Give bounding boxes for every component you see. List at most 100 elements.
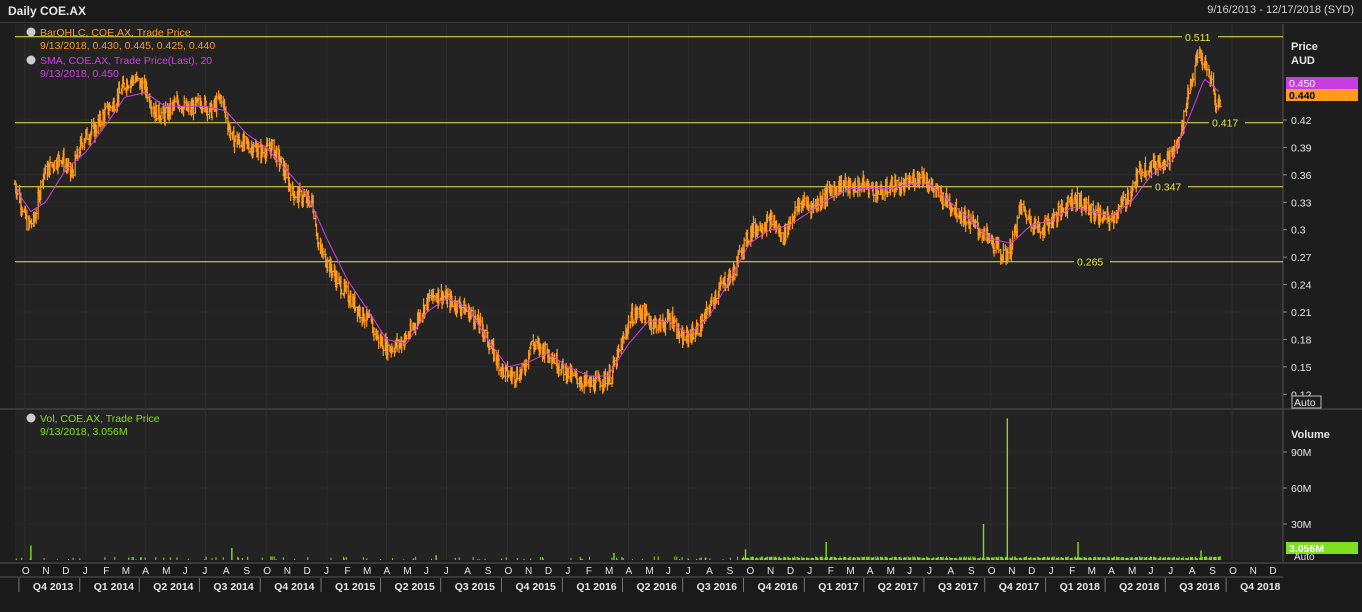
month-label: J (324, 566, 329, 577)
month-label: D (62, 566, 69, 577)
volume-tick-label: 30M (1291, 519, 1311, 531)
quarter-label: Q1 2017 (818, 581, 858, 593)
month-label: J (424, 566, 429, 577)
quarter-label: Q4 2018 (1240, 581, 1280, 593)
quarter-label: Q2 2018 (1119, 581, 1159, 593)
chart-window: Daily COE.AX 9/16/2013 - 12/17/2018 (SYD… (0, 0, 1362, 612)
month-label: D (1269, 566, 1276, 577)
quarter-label: Q3 2015 (455, 581, 495, 593)
month-label: F (103, 566, 109, 577)
month-label: A (1108, 566, 1115, 577)
price-tick-label: 0.15 (1291, 362, 1312, 374)
price-auto-scale-label: Auto (1294, 397, 1316, 409)
quarter-label: Q2 2014 (153, 581, 193, 593)
month-label: A (626, 566, 633, 577)
volume-tick-label: 60M (1291, 483, 1311, 495)
month-label: M (403, 566, 411, 577)
month-label: M (846, 566, 854, 577)
month-label: M (887, 566, 895, 577)
price-axis-title: Price (1291, 41, 1318, 53)
reference-line-label: 0.347 (1155, 182, 1181, 194)
month-label: N (42, 566, 49, 577)
price-tick-label: 0.18 (1291, 334, 1312, 346)
month-label: J (1148, 566, 1153, 577)
volume-auto-scale-label: Auto (1294, 552, 1315, 563)
price-tick-label: 0.39 (1291, 142, 1312, 154)
sma-series-name: SMA, COE.AX, Trade Price(Last), 20 (40, 55, 212, 67)
month-label: J (183, 566, 188, 577)
quarter-label: Q3 2016 (697, 581, 737, 593)
quarter-label: Q1 2014 (94, 581, 134, 593)
month-label: N (284, 566, 291, 577)
clock-icon[interactable] (26, 413, 36, 423)
month-label: N (1008, 566, 1015, 577)
month-label: O (263, 566, 271, 577)
month-label: O (1229, 566, 1237, 577)
month-label: J (1049, 566, 1054, 577)
price-series-name: BarOHLC, COE.AX, Trade Price (40, 27, 191, 39)
price-volume-chart[interactable]: 0.511 0.417 0.347 0.265 BarOHLC, COE.AX, Tr… (0, 0, 1362, 612)
month-label: S (1209, 566, 1216, 577)
month-label: S (968, 566, 975, 577)
volume-tick-label: 90M (1291, 447, 1311, 459)
month-label: J (83, 566, 88, 577)
month-label: J (202, 566, 207, 577)
month-label: M (1088, 566, 1096, 577)
reference-line-label: 0.417 (1212, 118, 1238, 130)
quarter-label: Q2 2017 (878, 581, 918, 593)
price-tick-label: 0.21 (1291, 307, 1312, 319)
month-label: N (525, 566, 532, 577)
price-series-values: 9/13/2018, 0.430, 0.445, 0.425, 0.440 (40, 40, 215, 52)
month-label: M (122, 566, 130, 577)
month-label: A (1189, 566, 1196, 577)
quarter-label: Q2 2015 (395, 581, 435, 593)
month-label: M (162, 566, 170, 577)
quarter-label: Q1 2016 (576, 581, 616, 593)
month-label: M (1128, 566, 1136, 577)
volume-series-values: 9/13/2018, 3.056M (40, 426, 128, 438)
month-label: A (142, 566, 149, 577)
month-label: M (605, 566, 613, 577)
month-label: F (828, 566, 834, 577)
month-label: A (867, 566, 874, 577)
month-label: A (706, 566, 713, 577)
last-price-tag-text: 0.440 (1289, 90, 1315, 102)
reference-line-label: 0.265 (1077, 257, 1103, 269)
sma-value-tag-text: 0.450 (1289, 78, 1315, 90)
quarter-label: Q4 2016 (757, 581, 797, 593)
price-tick-label: 0.27 (1291, 252, 1312, 264)
month-label: A (464, 566, 471, 577)
quarter-label: Q3 2017 (938, 581, 978, 593)
quarter-label: Q1 2015 (335, 581, 375, 593)
month-label: N (767, 566, 774, 577)
clock-icon[interactable] (26, 55, 36, 65)
quarter-label: Q4 2015 (516, 581, 556, 593)
month-label: D (304, 566, 311, 577)
month-label: A (947, 566, 954, 577)
month-label: A (384, 566, 391, 577)
month-label: N (1250, 566, 1257, 577)
quarter-label: Q3 2014 (213, 581, 253, 593)
month-label: A (223, 566, 230, 577)
month-label: J (1168, 566, 1173, 577)
month-label: M (363, 566, 371, 577)
month-label: F (345, 566, 351, 577)
month-label: S (485, 566, 492, 577)
month-label: J (927, 566, 932, 577)
month-label: S (727, 566, 734, 577)
price-tick-label: 0.42 (1291, 115, 1312, 127)
quarter-label: Q4 2013 (33, 581, 73, 593)
month-label: J (444, 566, 449, 577)
month-label: D (1028, 566, 1035, 577)
sma-series-values: 9/13/2018, 0.450 (40, 68, 119, 80)
month-label: J (666, 566, 671, 577)
month-label: O (505, 566, 513, 577)
price-tick-label: 0.24 (1291, 280, 1312, 292)
volume-series-name: Vol, COE.AX, Trade Price (40, 413, 160, 425)
month-label: O (22, 566, 30, 577)
quarter-label: Q1 2018 (1060, 581, 1100, 593)
price-tick-label: 0.33 (1291, 197, 1312, 209)
clock-icon[interactable] (26, 27, 36, 37)
month-label: O (988, 566, 996, 577)
month-label: O (746, 566, 754, 577)
